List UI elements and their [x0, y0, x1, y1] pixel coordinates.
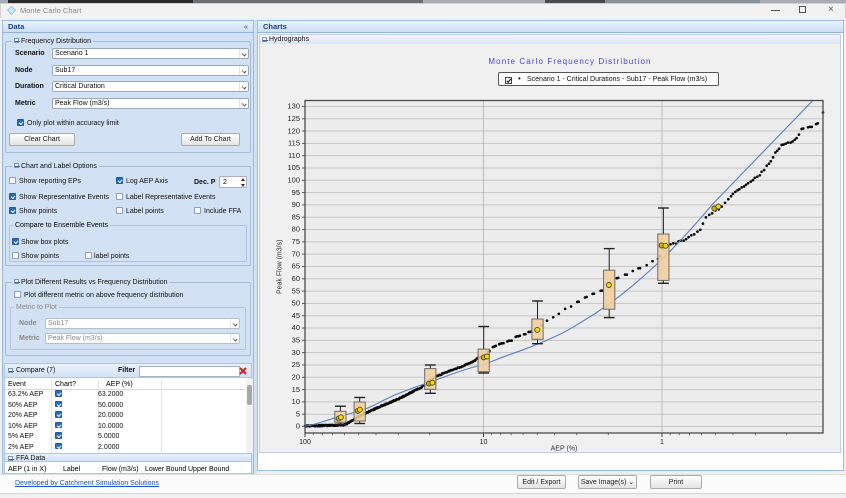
svg-text:85: 85	[292, 212, 300, 221]
svg-text:100: 100	[299, 439, 311, 446]
svg-text:105: 105	[287, 163, 300, 172]
svg-text:60: 60	[292, 274, 300, 283]
svg-text:40: 40	[292, 323, 300, 332]
svg-text:25: 25	[292, 360, 300, 369]
svg-text:120: 120	[287, 126, 300, 135]
svg-text:125: 125	[287, 114, 300, 123]
svg-text:35: 35	[292, 336, 300, 345]
svg-text:0: 0	[296, 422, 300, 431]
svg-text:50: 50	[292, 299, 300, 308]
svg-text:AEP (%): AEP (%)	[551, 446, 578, 453]
svg-text:5: 5	[296, 409, 300, 418]
svg-text:80: 80	[292, 225, 300, 234]
svg-text:75: 75	[292, 237, 300, 246]
svg-text:55: 55	[292, 286, 300, 295]
svg-text:10: 10	[480, 439, 488, 446]
svg-text:130: 130	[287, 102, 300, 111]
svg-text:10: 10	[292, 397, 300, 406]
svg-text:1: 1	[660, 439, 664, 446]
svg-text:20: 20	[292, 373, 300, 382]
svg-text:Peak Flow (m3/s): Peak Flow (m3/s)	[277, 240, 284, 294]
svg-text:15: 15	[292, 385, 300, 394]
svg-text:70: 70	[292, 249, 300, 258]
svg-text:110: 110	[288, 151, 300, 160]
svg-text:100: 100	[287, 176, 300, 185]
svg-text:65: 65	[292, 262, 300, 271]
svg-text:30: 30	[292, 348, 300, 357]
svg-text:115: 115	[288, 139, 300, 148]
svg-text:95: 95	[292, 188, 300, 197]
svg-text:45: 45	[292, 311, 300, 320]
svg-text:90: 90	[292, 200, 300, 209]
